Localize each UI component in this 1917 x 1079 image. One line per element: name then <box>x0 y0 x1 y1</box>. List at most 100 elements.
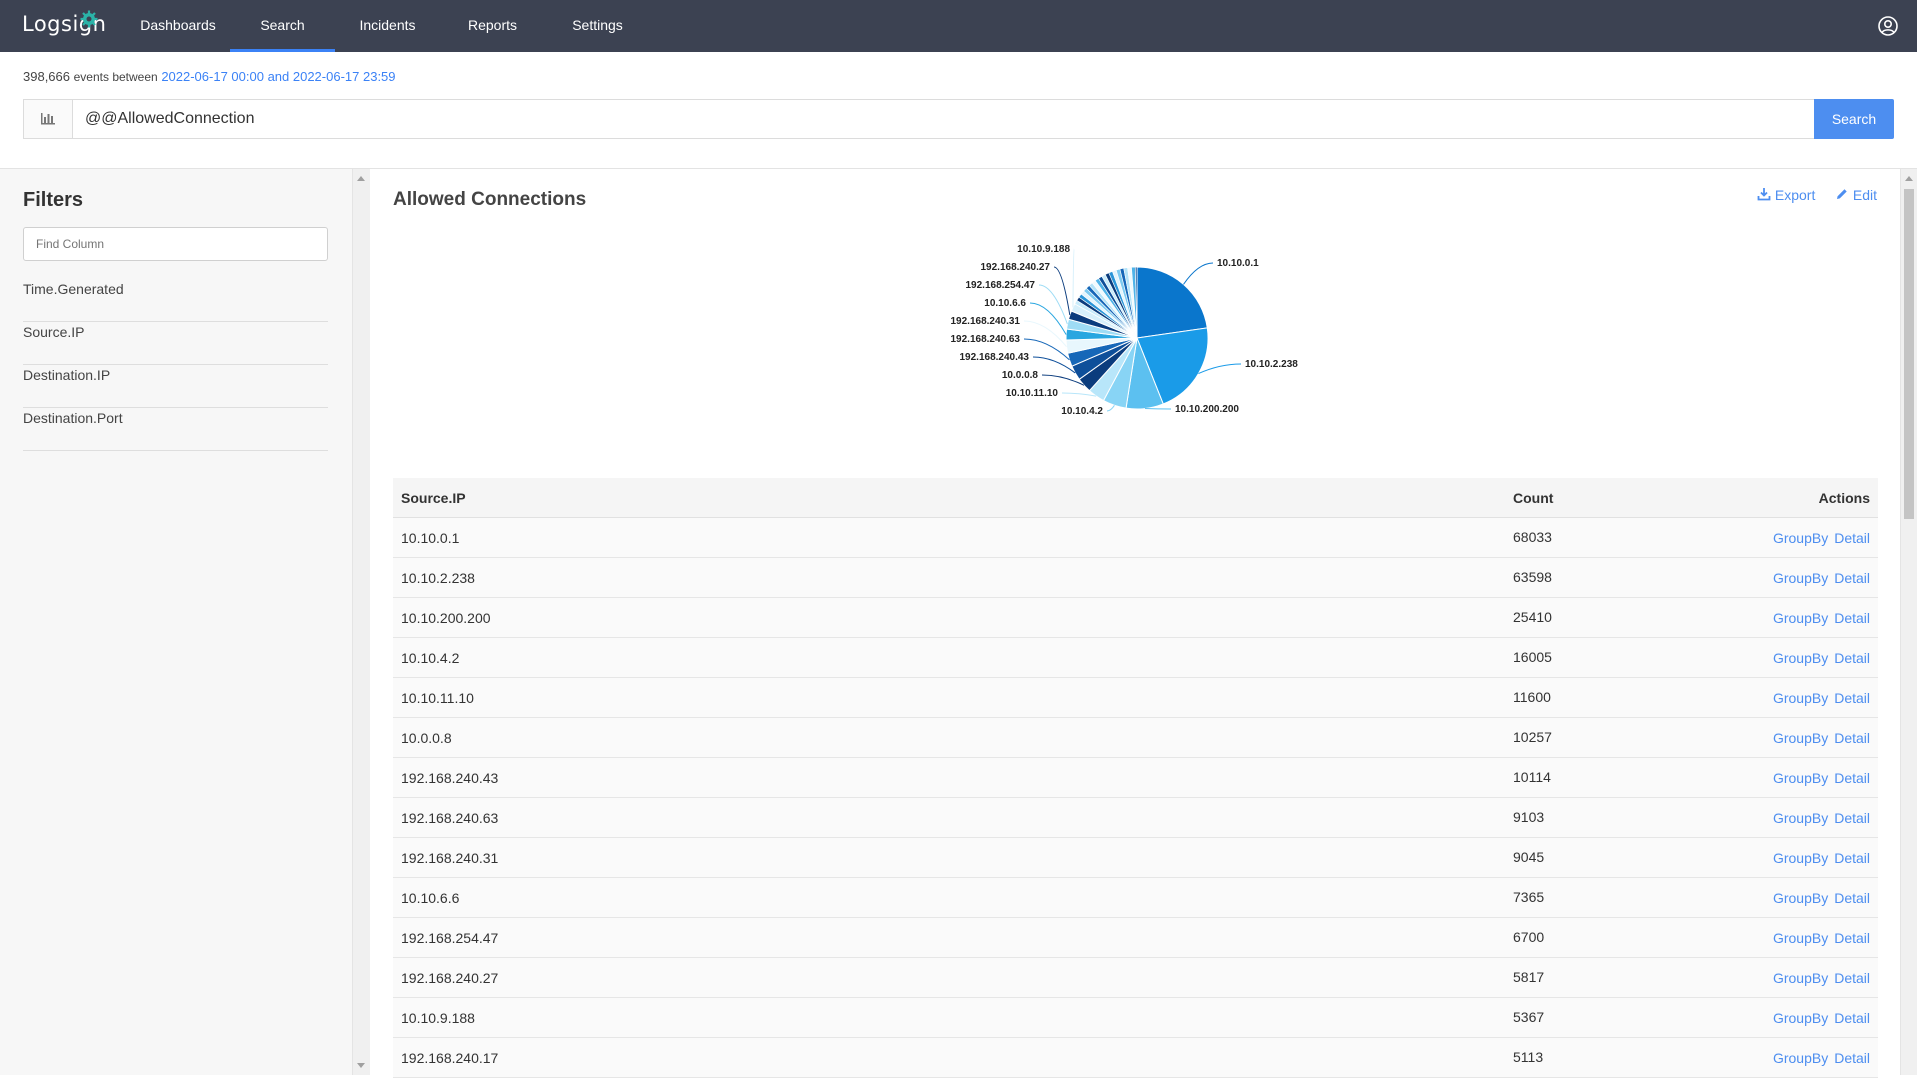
pie-leader-line <box>1198 363 1242 375</box>
table-row: 192.168.240.43 10114 GroupBy Detail <box>393 758 1878 798</box>
detail-link[interactable]: Detail <box>1834 730 1870 746</box>
groupby-link[interactable]: GroupBy <box>1773 850 1828 866</box>
header-source-ip[interactable]: Source.IP <box>401 490 466 506</box>
nav-dashboards[interactable]: Dashboards <box>124 0 232 52</box>
groupby-link[interactable]: GroupBy <box>1773 810 1828 826</box>
pie-label: 192.168.254.47 <box>965 280 1035 291</box>
table-row: 10.10.2.238 63598 GroupBy Detail <box>393 558 1878 598</box>
search-button[interactable]: Search <box>1814 99 1894 139</box>
cell-source-ip: 192.168.254.47 <box>401 930 499 946</box>
groupby-link[interactable]: GroupBy <box>1773 770 1828 786</box>
cell-source-ip: 192.168.240.63 <box>401 810 499 826</box>
detail-link[interactable]: Detail <box>1834 770 1870 786</box>
detail-link[interactable]: Detail <box>1834 1050 1870 1066</box>
detail-link[interactable]: Detail <box>1834 530 1870 546</box>
detail-link[interactable]: Detail <box>1834 610 1870 626</box>
detail-link[interactable]: Detail <box>1834 890 1870 906</box>
groupby-link[interactable]: GroupBy <box>1773 890 1828 906</box>
groupby-link[interactable]: GroupBy <box>1773 930 1828 946</box>
table-row: 10.10.11.10 11600 GroupBy Detail <box>393 678 1878 718</box>
sidebar-scrollbar[interactable] <box>352 169 371 1075</box>
scroll-up-icon[interactable] <box>357 176 365 181</box>
groupby-link[interactable]: GroupBy <box>1773 970 1828 986</box>
cell-actions: GroupBy Detail <box>1767 1010 1870 1026</box>
cell-count: 6700 <box>1513 929 1545 945</box>
cell-actions: GroupBy Detail <box>1767 850 1870 866</box>
nav-settings[interactable]: Settings <box>545 0 650 52</box>
cell-count: 10257 <box>1513 729 1552 745</box>
pie-label: 10.10.200.200 <box>1175 404 1239 415</box>
pie-leader-line <box>1072 248 1075 308</box>
search-input[interactable] <box>72 99 1836 139</box>
download-icon <box>1757 188 1771 201</box>
pie-leader-line <box>1061 392 1097 397</box>
cell-count: 25410 <box>1513 609 1552 625</box>
detail-link[interactable]: Detail <box>1834 970 1870 986</box>
detail-link[interactable]: Detail <box>1834 930 1870 946</box>
table-body: 10.10.0.1 68033 GroupBy Detail 10.10.2.238 63… <box>393 518 1878 1078</box>
filter-item-time-generated[interactable]: Time.Generated <box>23 279 328 322</box>
cell-actions: GroupBy Detail <box>1767 1050 1870 1066</box>
scroll-thumb[interactable] <box>1904 189 1914 519</box>
cell-count: 5817 <box>1513 969 1545 985</box>
cell-actions: GroupBy Detail <box>1767 730 1870 746</box>
detail-link[interactable]: Detail <box>1834 850 1870 866</box>
groupby-link[interactable]: GroupBy <box>1773 730 1828 746</box>
filter-item-destination-port[interactable]: Destination.Port <box>23 408 328 451</box>
pie-label: 10.10.11.10 <box>1006 388 1059 399</box>
filter-item-destination-ip[interactable]: Destination.IP <box>23 365 328 408</box>
groupby-link[interactable]: GroupBy <box>1773 530 1828 546</box>
pie-label: 10.0.0.8 <box>1002 370 1039 381</box>
groupby-link[interactable]: GroupBy <box>1773 610 1828 626</box>
filter-item-label: Destination.IP <box>23 367 111 383</box>
filter-item-source-ip[interactable]: Source.IP <box>23 322 328 365</box>
filters-title: Filters <box>23 189 84 211</box>
top-nav: Logsign Dashboards Search Incidents Repo… <box>0 0 1917 52</box>
pie-label: 10.10.2.238 <box>1245 359 1298 370</box>
cell-actions: GroupBy Detail <box>1767 970 1870 986</box>
cell-count: 63598 <box>1513 569 1552 585</box>
cell-actions: GroupBy Detail <box>1767 610 1870 626</box>
groupby-link[interactable]: GroupBy <box>1773 1050 1828 1066</box>
groupby-link[interactable]: GroupBy <box>1773 570 1828 586</box>
detail-link[interactable]: Detail <box>1834 570 1870 586</box>
pie-label: 192.168.240.27 <box>980 262 1050 273</box>
pie-slice[interactable] <box>1136 266 1208 339</box>
export-button[interactable]: Export <box>1757 187 1815 203</box>
groupby-link[interactable]: GroupBy <box>1773 690 1828 706</box>
edit-button[interactable]: Edit <box>1835 187 1877 203</box>
nav-incidents[interactable]: Incidents <box>335 0 440 52</box>
cell-count: 9045 <box>1513 849 1545 865</box>
user-icon[interactable] <box>1877 15 1899 37</box>
groupby-link[interactable]: GroupBy <box>1773 650 1828 666</box>
cell-actions: GroupBy Detail <box>1767 770 1870 786</box>
date-range-link[interactable]: 2022-06-17 00:00 and 2022-06-17 23:59 <box>161 69 395 84</box>
cell-actions: GroupBy Detail <box>1767 930 1870 946</box>
detail-link[interactable]: Detail <box>1834 810 1870 826</box>
pie-label: 192.168.240.31 <box>950 316 1020 327</box>
main-scrollbar[interactable] <box>1900 169 1917 1075</box>
nav-reports[interactable]: Reports <box>440 0 545 52</box>
cell-source-ip: 10.10.4.2 <box>401 650 460 666</box>
table-row: 192.168.240.17 5113 GroupBy Detail <box>393 1038 1878 1078</box>
table-row: 192.168.240.63 9103 GroupBy Detail <box>393 798 1878 838</box>
cell-count: 5367 <box>1513 1009 1545 1025</box>
cell-source-ip: 192.168.240.17 <box>401 1050 499 1066</box>
cell-source-ip: 10.10.0.1 <box>401 530 460 546</box>
cell-actions: GroupBy Detail <box>1767 570 1870 586</box>
header-actions: Actions <box>1818 490 1870 506</box>
find-column-input[interactable] <box>23 227 328 261</box>
header-count[interactable]: Count <box>1513 490 1553 506</box>
scroll-down-icon[interactable] <box>357 1063 365 1068</box>
detail-link[interactable]: Detail <box>1834 650 1870 666</box>
detail-link[interactable]: Detail <box>1834 690 1870 706</box>
scroll-up-icon[interactable] <box>1905 176 1913 181</box>
nav-search[interactable]: Search <box>230 0 335 52</box>
cell-count: 9103 <box>1513 809 1545 825</box>
groupby-link[interactable]: GroupBy <box>1773 1010 1828 1026</box>
cell-source-ip: 10.10.6.6 <box>401 890 460 906</box>
detail-link[interactable]: Detail <box>1834 1010 1870 1026</box>
chart-toggle-button[interactable] <box>23 99 72 139</box>
filter-item-label: Destination.Port <box>23 410 123 426</box>
table-row: 10.10.6.6 7365 GroupBy Detail <box>393 878 1878 918</box>
